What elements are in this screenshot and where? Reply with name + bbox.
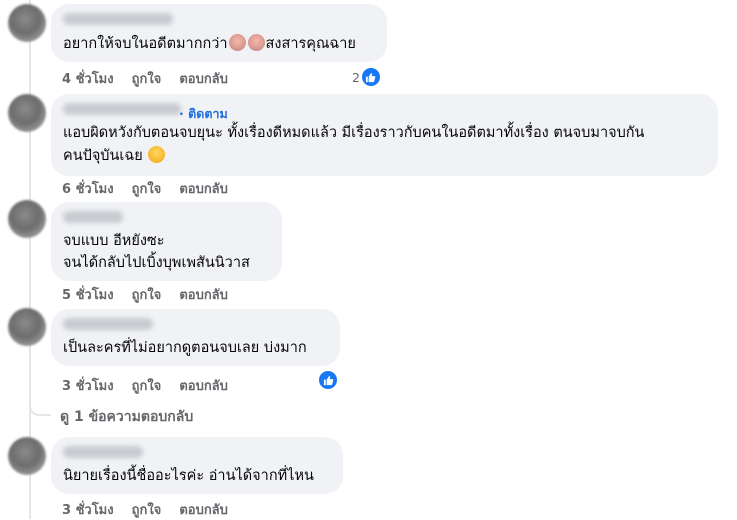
comment-bubble: · ติดตาม แอบผิดหวังกับตอนจบยุนะ ทั้งเรื่… <box>51 94 718 176</box>
comment-actions: 4 ชั่วโมง ถูกใจ ตอบกลับ <box>62 68 246 89</box>
comment-time[interactable]: 3 ชั่วโมง <box>62 379 114 394</box>
view-replies-link[interactable]: ดู 1 ข้อความตอบกลับ <box>60 406 193 428</box>
comment-text-line-2: คนปัจุบันเฉย <box>63 145 166 167</box>
reply-button[interactable]: ตอบกลับ <box>179 72 228 87</box>
weary-face-icon <box>228 34 246 51</box>
reply-button[interactable]: ตอบกลับ <box>179 503 228 518</box>
avatar[interactable] <box>8 4 46 42</box>
comment-text-line-1: แอบผิดหวังกับตอนจบยุนะ ทั้งเรื่องดีหมดแล… <box>63 125 645 141</box>
comment-bubble: นิยายเรื่องนี้ชื่ออะไรค่ะ อ่านได้จากที่ไ… <box>51 437 343 494</box>
reply-button[interactable]: ตอบกลับ <box>179 379 228 394</box>
comment-time[interactable]: 5 ชั่วโมง <box>62 288 114 303</box>
author-name-blurred[interactable] <box>63 13 173 25</box>
comment-text-line-2: จนได้กลับไปเบิ้งบุพเพสันนิวาส <box>63 255 250 271</box>
reply-button[interactable]: ตอบกลับ <box>179 182 228 197</box>
author-name-blurred[interactable] <box>63 446 143 458</box>
comment-actions: 5 ชั่วโมง ถูกใจ ตอบกลับ <box>62 284 246 305</box>
comment-time[interactable]: 3 ชั่วโมง <box>62 503 114 518</box>
reply-button[interactable]: ตอบกลับ <box>179 288 228 303</box>
like-thumb-icon <box>359 66 382 88</box>
reaction-summary[interactable]: 2 <box>352 66 382 88</box>
reaction-summary[interactable] <box>317 369 339 391</box>
comment-actions: 3 ชั่วโมง ถูกใจ ตอบกลับ <box>62 375 246 396</box>
author-name-blurred[interactable] <box>63 211 123 223</box>
like-button[interactable]: ถูกใจ <box>132 288 162 303</box>
weary-face-icon <box>247 34 265 51</box>
comment-text: เป็นละครที่ไม่อยากดูตอนจบเลย บ่งมาก <box>63 340 307 356</box>
comment-text: อยากให้จบในอดีตมากกว่า สงสารคุณฉาย <box>63 34 356 52</box>
comment-actions: 6 ชั่วโมง ถูกใจ ตอบกลับ <box>62 178 246 199</box>
comment-text: นิยายเรื่องนี้ชื่ออะไรค่ะ อ่านได้จากที่ไ… <box>63 468 314 484</box>
avatar[interactable] <box>8 94 46 132</box>
comment-time[interactable]: 6 ชั่วโมง <box>62 182 114 197</box>
comment-time[interactable]: 4 ชั่วโมง <box>62 72 114 87</box>
like-button[interactable]: ถูกใจ <box>132 72 162 87</box>
reply-thread-connector <box>29 396 51 416</box>
avatar[interactable] <box>8 308 46 346</box>
like-button[interactable]: ถูกใจ <box>132 503 162 518</box>
sad-face-icon <box>148 146 166 163</box>
comment-text-line-1: จบแบบ อีหยังซะ <box>63 233 165 249</box>
like-thumb-icon <box>317 369 339 391</box>
comment-actions: 3 ชั่วโมง ถูกใจ ตอบกลับ <box>62 499 246 520</box>
comment-bubble: จบแบบ อีหยังซะ จนได้กลับไปเบิ้งบุพเพสันน… <box>51 202 282 281</box>
comment-bubble: เป็นละครที่ไม่อยากดูตอนจบเลย บ่งมาก <box>51 309 340 366</box>
like-button[interactable]: ถูกใจ <box>132 182 162 197</box>
like-button[interactable]: ถูกใจ <box>132 379 162 394</box>
avatar[interactable] <box>8 437 46 475</box>
avatar[interactable] <box>8 200 46 238</box>
reaction-count: 2 <box>352 69 360 85</box>
follow-link[interactable]: · ติดตาม <box>179 104 228 124</box>
author-name-blurred[interactable] <box>63 318 153 330</box>
author-name-blurred[interactable] <box>63 103 181 115</box>
comment-bubble: อยากให้จบในอดีตมากกว่า สงสารคุณฉาย <box>51 4 387 62</box>
